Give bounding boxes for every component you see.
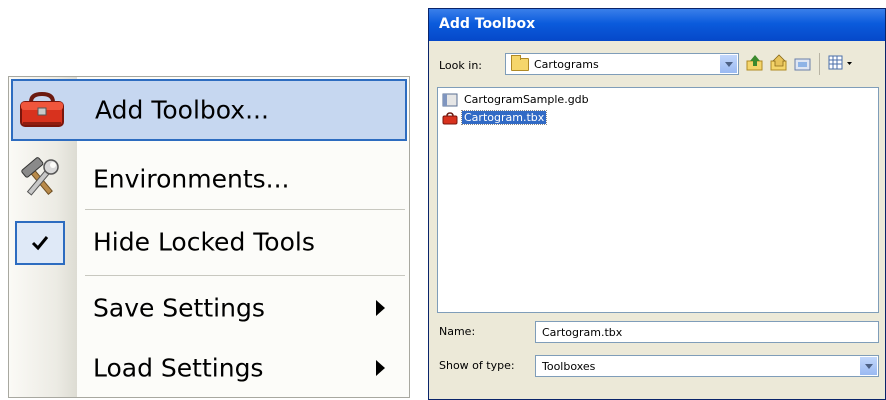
type-value: Toolboxes xyxy=(542,360,596,373)
add-toolbox-dialog: Add Toolbox Look in: Cartograms Cartogra… xyxy=(428,8,886,400)
name-label: Name: xyxy=(439,325,476,338)
checkmark-icon xyxy=(31,236,49,251)
menu-item-label: Add Toolbox... xyxy=(95,95,269,125)
geodatabase-icon xyxy=(442,93,458,107)
menu-item-label: Load Settings xyxy=(93,353,264,383)
file-name: Cartogram.tbx xyxy=(460,110,548,125)
check-box xyxy=(15,221,65,265)
menu-item-add-toolbox[interactable]: Add Toolbox... xyxy=(11,79,407,141)
file-name: CartogramSample.gdb xyxy=(464,93,589,106)
chevron-down-icon[interactable] xyxy=(859,357,877,375)
menu-item-label: Hide Locked Tools xyxy=(93,227,315,257)
show-of-type-dropdown[interactable]: Toolboxes xyxy=(535,355,879,377)
type-label: Show of type: xyxy=(439,359,515,372)
up-one-level-icon[interactable] xyxy=(745,53,765,73)
connect-folder-icon[interactable] xyxy=(793,53,813,73)
look-in-dropdown[interactable]: Cartograms xyxy=(505,53,739,75)
menu-item-label: Save Settings xyxy=(93,293,265,323)
menu-item-hide-locked-tools[interactable]: Hide Locked Tools xyxy=(9,211,409,273)
folder-icon xyxy=(511,55,529,71)
toolbox-icon xyxy=(20,91,64,127)
name-field[interactable]: Cartogram.tbx xyxy=(535,321,879,343)
look-in-value: Cartograms xyxy=(534,58,599,71)
submenu-arrow-icon xyxy=(376,300,385,316)
menu-item-save-settings[interactable]: Save Settings xyxy=(9,277,409,339)
dialog-title: Add Toolbox xyxy=(439,16,536,32)
dialog-titlebar[interactable]: Add Toolbox xyxy=(429,9,885,41)
toolbar-separator xyxy=(819,53,820,75)
toolbox-file-icon xyxy=(442,112,458,125)
menu-separator xyxy=(85,209,405,210)
menu-separator xyxy=(85,275,405,276)
hammer-wrench-icon xyxy=(21,157,59,196)
menu-item-environments[interactable]: Environments... xyxy=(9,148,409,210)
context-menu: Add Toolbox... Environments... Hide Lock… xyxy=(8,76,410,398)
view-menu-icon[interactable] xyxy=(827,53,857,73)
home-folder-icon[interactable] xyxy=(769,53,789,73)
file-list[interactable]: CartogramSample.gdb Cartogram.tbx xyxy=(437,87,879,313)
menu-item-label: Environments... xyxy=(93,164,290,194)
submenu-arrow-icon xyxy=(376,360,385,376)
menu-item-load-settings[interactable]: Load Settings xyxy=(9,337,409,399)
chevron-down-icon[interactable] xyxy=(719,55,737,73)
look-in-label: Look in: xyxy=(439,59,482,72)
